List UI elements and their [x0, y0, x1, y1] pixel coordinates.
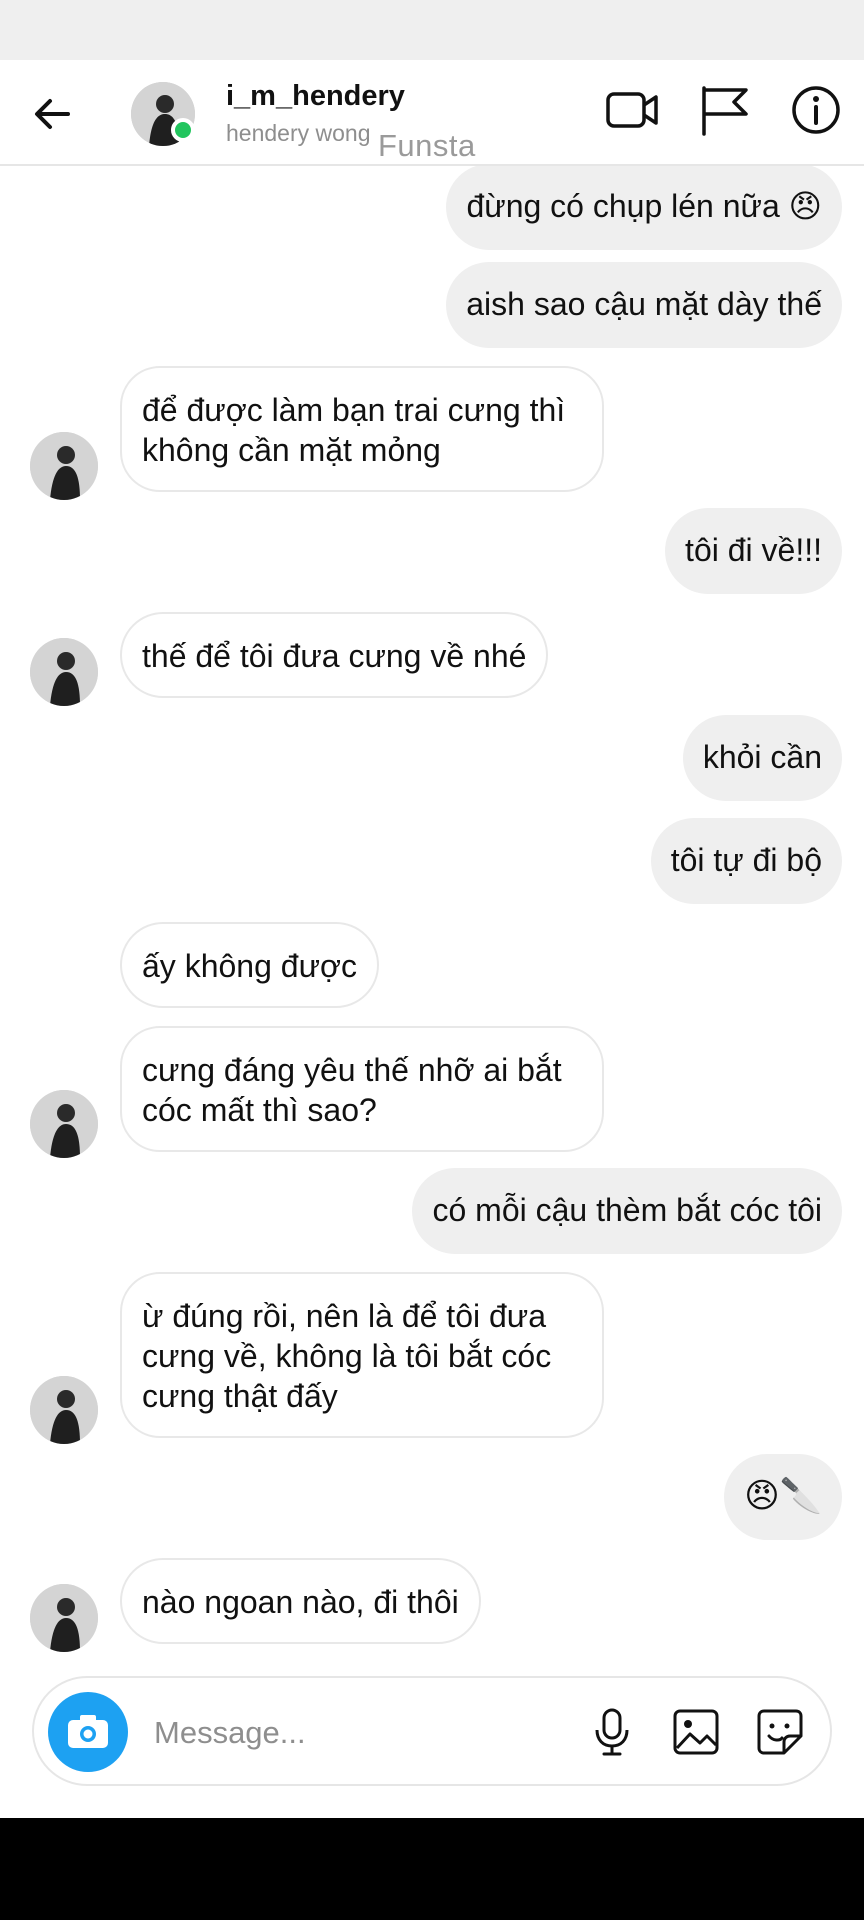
- sticker-icon[interactable]: [754, 1706, 806, 1758]
- contact-full-name: hendery wong: [226, 120, 371, 146]
- message-thread: đừng có chụp lén nữa 😠 aish sao cậu mặt …: [0, 164, 864, 1676]
- sender-avatar[interactable]: [30, 432, 98, 500]
- message-composer: [32, 1676, 832, 1786]
- message-bubble-outgoing[interactable]: tôi tự đi bộ: [650, 818, 842, 904]
- message-bubble-incoming[interactable]: ừ đúng rồi, nên là để tôi đưa cưng về, k…: [120, 1272, 604, 1438]
- message-input[interactable]: [152, 1708, 456, 1758]
- message-bubble-incoming[interactable]: cưng đáng yêu thế nhỡ ai bắt cóc mất thì…: [120, 1026, 604, 1152]
- message-bubble-outgoing[interactable]: 😠🔪: [724, 1454, 842, 1540]
- back-arrow-icon[interactable]: [28, 90, 76, 138]
- message-bubble-outgoing[interactable]: đừng có chụp lén nữa 😠: [446, 164, 842, 250]
- message-bubble-outgoing[interactable]: aish sao cậu mặt dày thế: [446, 262, 842, 348]
- video-call-icon[interactable]: [604, 82, 660, 138]
- message-bubble-outgoing[interactable]: tôi đi về!!!: [665, 508, 842, 594]
- system-navigation-bar: [0, 1818, 864, 1920]
- message-bubble-outgoing[interactable]: có mỗi cậu thèm bắt cóc tôi: [412, 1168, 842, 1254]
- status-bar: [0, 0, 864, 60]
- sender-avatar[interactable]: [30, 638, 98, 706]
- watermark-text: Funsta: [378, 128, 476, 163]
- online-status-dot: [171, 118, 195, 142]
- sender-avatar[interactable]: [30, 1376, 98, 1444]
- sender-avatar[interactable]: [30, 1090, 98, 1158]
- message-bubble-incoming[interactable]: nào ngoan nào, đi thôi: [120, 1558, 481, 1644]
- camera-button[interactable]: [48, 1692, 128, 1772]
- chat-header: i_m_hendery hendery wong Funsta: [0, 60, 864, 166]
- sender-avatar[interactable]: [30, 1584, 98, 1652]
- contact-username[interactable]: i_m_hendery: [226, 80, 405, 113]
- message-bubble-outgoing[interactable]: khỏi cần: [682, 715, 842, 801]
- microphone-icon[interactable]: [586, 1706, 638, 1758]
- gallery-icon[interactable]: [670, 1706, 722, 1758]
- message-bubble-incoming[interactable]: thế để tôi đưa cưng về nhé: [120, 612, 549, 698]
- message-bubble-incoming[interactable]: ấy không được: [120, 922, 379, 1008]
- report-flag-icon[interactable]: [696, 82, 752, 138]
- message-bubble-incoming[interactable]: để được làm bạn trai cưng thì không cần …: [120, 366, 604, 492]
- info-icon[interactable]: [788, 82, 844, 138]
